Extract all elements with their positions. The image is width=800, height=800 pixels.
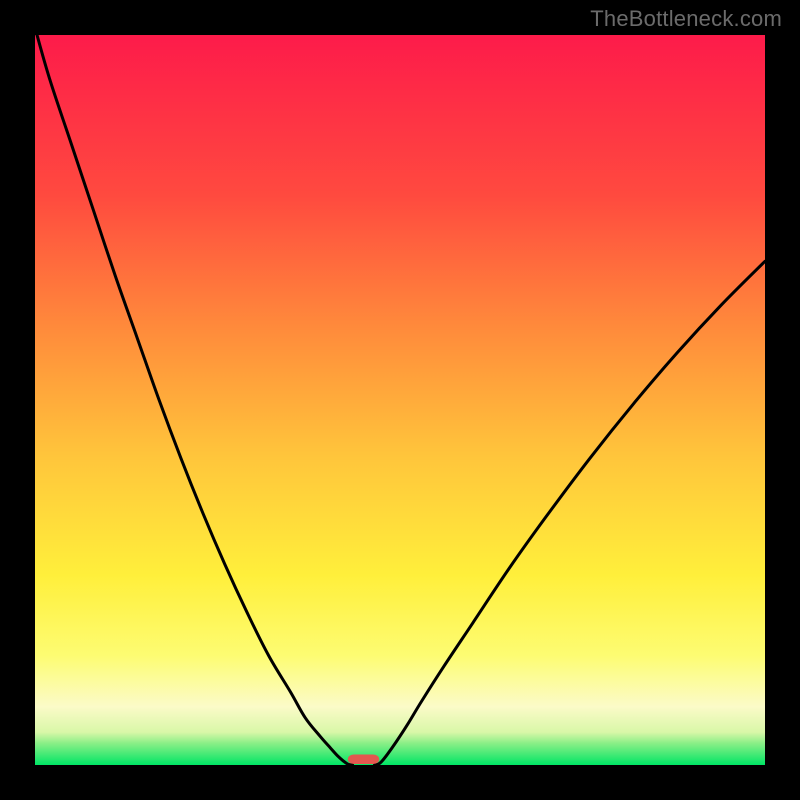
bottleneck-chart [35, 35, 765, 765]
optimal-marker [348, 755, 379, 764]
watermark-text: TheBottleneck.com [590, 6, 782, 32]
chart-frame [35, 35, 765, 765]
gradient-background [35, 35, 765, 765]
